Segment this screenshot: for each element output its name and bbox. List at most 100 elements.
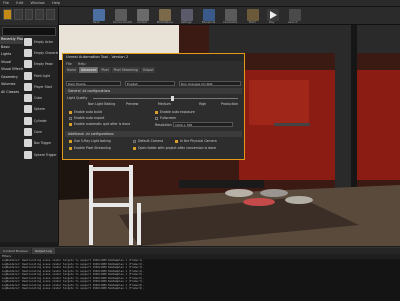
opt-vray-light-baking[interactable]: Use V-Ray Light baking — [69, 139, 111, 143]
list-item[interactable]: Point Light — [24, 70, 58, 81]
menu-help[interactable]: Help — [49, 0, 63, 6]
category-recently-placed[interactable]: Recently Placed — [0, 36, 23, 44]
run-changes-button[interactable]: Run changes On Stat — [179, 81, 241, 86]
category-lights[interactable]: Lights — [0, 51, 23, 59]
list-item[interactable]: Box Trigger — [24, 138, 58, 149]
build-label: Build — [249, 21, 256, 24]
checkbox[interactable] — [69, 116, 72, 120]
quality-level-2: Medium — [158, 102, 171, 106]
opt-default-camera[interactable]: Default Camera — [133, 139, 163, 143]
opt-auto-exposure[interactable]: Enable auto exposure — [155, 110, 195, 114]
build-icon[interactable] — [247, 9, 259, 21]
checkbox-label: Enable Pixel Streaming — [74, 146, 111, 150]
opt-physical-camera[interactable]: In the Physical Camera — [175, 139, 217, 143]
actor-list: Empty Actor Empty Character Empty Pawn P… — [24, 36, 58, 160]
category-geometry[interactable]: Geometry — [0, 74, 23, 82]
save-icon[interactable] — [93, 9, 105, 21]
checkbox[interactable] — [175, 139, 178, 143]
list-item[interactable]: Cube — [24, 92, 58, 103]
menu-window[interactable]: Window — [28, 0, 48, 6]
list-item[interactable]: Cone — [24, 126, 58, 137]
settings-icon[interactable] — [181, 9, 193, 21]
launch-icon[interactable] — [289, 9, 301, 21]
light-quality-label: Light Quality — [67, 96, 88, 100]
opt-open-folder[interactable]: Open folder with project after conversio… — [133, 146, 216, 150]
list-item[interactable]: Sphere Trigger — [24, 149, 58, 160]
dialog-menu-help[interactable]: Help — [78, 62, 86, 66]
category-visual-effects[interactable]: Visual Effects — [0, 66, 23, 74]
place-mode-icon[interactable] — [3, 9, 12, 20]
main-toolbar: Save Source Control Content Marketplace … — [59, 7, 400, 25]
category-visual[interactable]: Visual — [0, 59, 23, 67]
resolution-label: Resolution — [155, 123, 172, 127]
opt-auto-export[interactable]: Enable auto export — [69, 116, 104, 120]
opt-pixel-streaming[interactable]: Enable Pixel Streaming — [69, 146, 111, 150]
content-icon[interactable] — [137, 9, 149, 21]
tab-pixel-streaming[interactable]: Pixel Streaming — [111, 67, 140, 73]
actor-label: Cone — [34, 130, 42, 135]
checkbox[interactable] — [133, 146, 136, 150]
checkbox[interactable] — [69, 139, 72, 143]
dialog-menu-file[interactable]: File — [66, 62, 72, 66]
light-quality-slider[interactable] — [93, 96, 238, 101]
quality-level-0: Non Light Baking — [88, 102, 116, 106]
opt-fullscreen[interactable]: Fullscreen — [155, 116, 176, 120]
source-control-label: Source Control — [113, 21, 133, 24]
landscape-mode-icon[interactable] — [24, 9, 34, 20]
list-item[interactable]: Empty Pawn — [24, 59, 58, 70]
paint-mode-icon[interactable] — [13, 9, 23, 20]
actor-label: Cube — [34, 96, 42, 101]
checkbox[interactable] — [133, 139, 136, 143]
tab-advanced[interactable]: Advanced — [79, 67, 99, 73]
list-item[interactable]: Empty Actor — [24, 36, 58, 47]
checkbox[interactable] — [155, 110, 158, 114]
content-label: Content — [137, 21, 148, 24]
actor-icon — [24, 105, 32, 114]
actor-icon — [24, 37, 32, 46]
checkbox[interactable] — [69, 110, 72, 114]
opt-auto-quit[interactable]: Enable automatic quit after is done — [69, 122, 130, 126]
quality-level-3: High — [199, 102, 207, 106]
actor-label: Player Start — [34, 84, 53, 89]
source-control-icon[interactable] — [115, 9, 127, 21]
checkbox-label: Enable automatic quit after is done — [74, 122, 131, 126]
search-input[interactable] — [2, 27, 56, 36]
checkbox[interactable] — [69, 146, 72, 150]
geometry-mode-icon[interactable] — [46, 9, 55, 20]
blueprints-icon[interactable] — [203, 9, 215, 21]
resolution-select[interactable]: 1024 x 768 — [173, 122, 233, 127]
language-select[interactable]: English — [125, 81, 175, 86]
actor-icon — [24, 139, 32, 148]
list-item[interactable]: Sphere — [24, 104, 58, 115]
checkbox-label: Enable auto export — [74, 116, 105, 120]
automation-tool-dialog: Unreal Automation Tool - Version 2 File … — [62, 53, 245, 160]
opt-auto-build[interactable]: Enable auto build — [69, 110, 102, 114]
section-general: General .ini configurations — [65, 88, 242, 94]
quality-level-4: Production — [221, 102, 238, 106]
tab-home[interactable]: Home — [65, 67, 79, 73]
checkbox[interactable] — [155, 116, 158, 120]
list-item[interactable]: Cylinder — [24, 115, 58, 126]
menu-edit[interactable]: Edit — [13, 0, 26, 6]
slider-thumb[interactable] — [171, 96, 175, 101]
cinematics-icon[interactable] — [225, 9, 237, 21]
marketplace-icon[interactable] — [159, 9, 171, 21]
list-item[interactable]: Empty Character — [24, 47, 58, 58]
category-all-classes[interactable]: All Classes — [0, 89, 23, 97]
actor-icon — [24, 82, 32, 91]
category-volumes[interactable]: Volumes — [0, 81, 23, 89]
list-item[interactable]: Player Start — [24, 81, 58, 92]
tab-pixel[interactable]: Pixel — [99, 67, 111, 73]
actor-label: Empty Pawn — [34, 62, 54, 67]
menu-file[interactable]: File — [0, 0, 12, 6]
category-basic[interactable]: Basic — [0, 44, 23, 52]
actor-icon — [24, 116, 32, 125]
foliage-mode-icon[interactable] — [35, 9, 45, 20]
actor-icon — [24, 60, 32, 69]
settings-label: Settings — [181, 21, 192, 24]
theme-select[interactable]: Dark theme — [66, 81, 121, 86]
tab-output-log[interactable]: Output Log — [32, 248, 55, 254]
tab-output[interactable]: Output — [140, 67, 156, 73]
checkbox[interactable] — [69, 122, 72, 126]
play-icon[interactable] — [267, 9, 279, 21]
